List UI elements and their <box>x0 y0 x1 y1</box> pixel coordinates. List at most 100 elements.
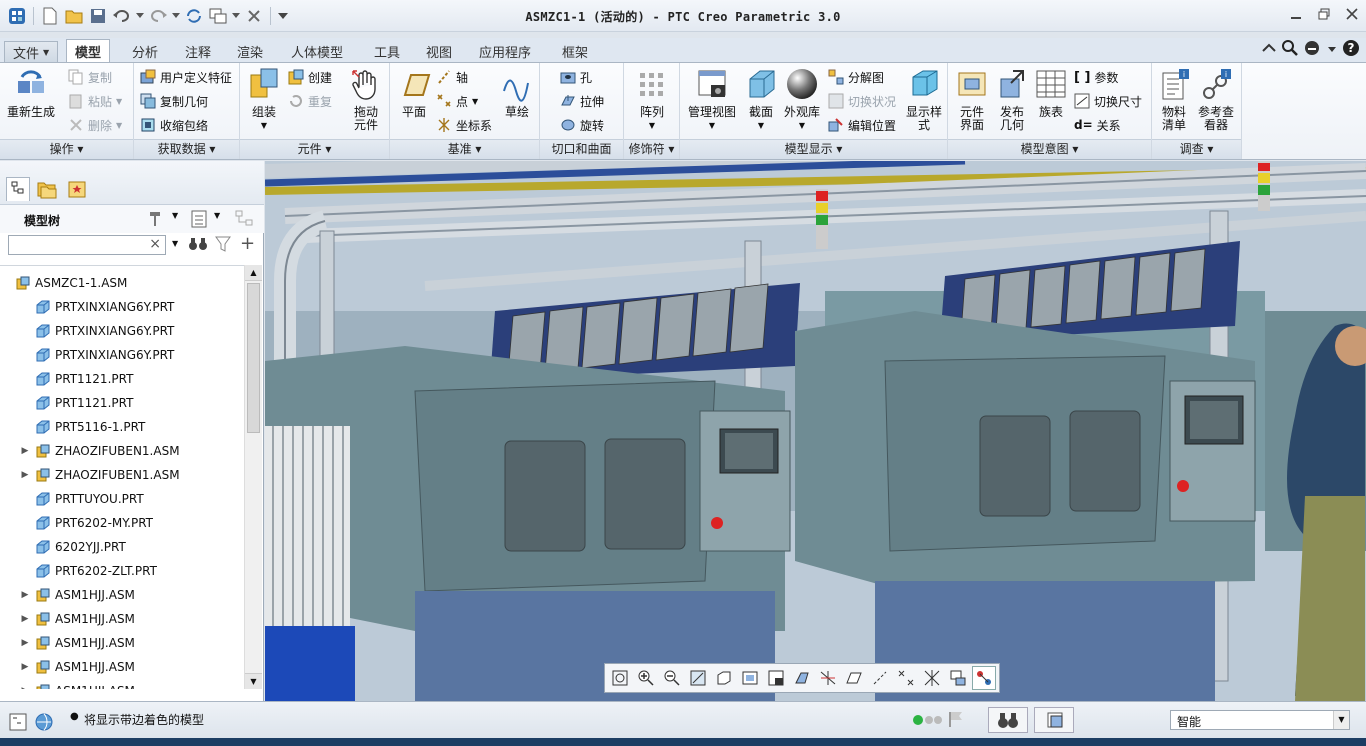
tree-node[interactable]: ASM1HJJ.ASM <box>36 584 135 606</box>
perspective-icon[interactable] <box>790 666 814 690</box>
toggle-status-button[interactable]: 切换状况 <box>828 91 896 111</box>
scroll-thumb[interactable] <box>247 283 260 433</box>
expand-node-icon[interactable]: ▶ <box>20 662 30 672</box>
section-button[interactable]: 截面 ▼ <box>744 67 778 132</box>
tree-node[interactable]: PRT5116-1.PRT <box>36 416 145 438</box>
close-icon[interactable] <box>1338 0 1366 28</box>
new-file-icon[interactable] <box>39 5 61 27</box>
expand-node-icon[interactable]: ▶ <box>20 446 30 456</box>
undo-dropdown-icon[interactable] <box>135 5 145 27</box>
csys-display-icon[interactable] <box>920 666 944 690</box>
tree-node[interactable]: PRT6202-MY.PRT <box>36 512 153 534</box>
tab-view[interactable]: 视图 <box>418 41 460 62</box>
chevron-down-icon[interactable]: ▼ <box>1333 711 1349 729</box>
edit-position-button[interactable]: 编辑位置 <box>828 115 896 135</box>
tree-scrollbar[interactable]: ▲ ▼ <box>244 265 262 689</box>
find-binoculars-icon[interactable] <box>188 235 208 256</box>
selection-filter-button[interactable] <box>1034 707 1074 733</box>
pattern-button[interactable]: 阵列 ▼ <box>634 67 670 132</box>
clear-search-icon[interactable]: × <box>149 236 161 252</box>
plane-display-icon[interactable] <box>842 666 866 690</box>
refit-icon[interactable] <box>608 666 632 690</box>
annotation-display-icon[interactable] <box>946 666 970 690</box>
redo-icon[interactable] <box>147 5 169 27</box>
restore-icon[interactable] <box>1310 0 1338 28</box>
drag-components-button[interactable]: 拖动元件 <box>348 67 384 132</box>
ptc-community-icon[interactable] <box>1304 40 1322 59</box>
group-label[interactable]: 模型显示 ▾ <box>680 139 947 159</box>
tree-node[interactable]: PRT1121.PRT <box>36 392 133 414</box>
tree-node[interactable]: PRTXINXIANG6Y.PRT <box>36 296 174 318</box>
tree-search-input[interactable]: × <box>8 235 166 255</box>
create-button[interactable]: 创建 <box>288 67 332 87</box>
hole-button[interactable]: 孔 <box>560 67 592 87</box>
repeat-button[interactable]: 重复 <box>288 91 332 111</box>
bom-button[interactable]: i 物料清单 <box>1156 67 1192 132</box>
tree-settings-icon[interactable] <box>146 209 166 232</box>
filter-select[interactable]: 智能 ▼ <box>1170 710 1350 730</box>
flag-icon[interactable] <box>948 710 964 731</box>
filter-funnel-icon[interactable] <box>214 235 232 256</box>
expand-node-icon[interactable]: ▶ <box>20 470 30 480</box>
close-window-icon[interactable] <box>243 5 265 27</box>
expand-node-icon[interactable]: ▶ <box>20 590 30 600</box>
relations-button[interactable]: d= 关系 <box>1074 115 1121 135</box>
toggle-browser-icon[interactable] <box>34 712 54 735</box>
tree-node[interactable]: ZHAOZIFUBEN1.ASM <box>36 464 180 486</box>
expand-node-icon[interactable]: ▶ <box>20 686 30 689</box>
point-display-icon[interactable] <box>894 666 918 690</box>
tree-node[interactable]: PRTXINXIANG6Y.PRT <box>36 320 174 342</box>
family-table-button[interactable]: 族表 <box>1034 67 1068 119</box>
group-label[interactable]: 获取数据 ▾ <box>134 139 239 159</box>
tree-node[interactable]: ASMZC1-1.ASM <box>16 272 127 294</box>
tree-node[interactable]: ASM1HJJ.ASM <box>36 632 135 654</box>
tree-node[interactable]: ZHAOZIFUBEN1.ASM <box>36 440 180 462</box>
chevron-down-icon[interactable]: ▼ <box>172 239 178 248</box>
zoom-in-icon[interactable] <box>634 666 658 690</box>
saved-views-icon[interactable] <box>738 666 762 690</box>
exploded-view-button[interactable]: 分解图 <box>828 67 884 87</box>
extrude-button[interactable]: 拉伸 <box>560 91 604 111</box>
model-tree-tab-icon[interactable] <box>6 177 30 201</box>
delete-button[interactable]: 删除 ▼ <box>68 115 122 135</box>
toggle-navigator-icon[interactable] <box>8 712 28 735</box>
sketch-button[interactable]: 草绘 <box>500 67 534 119</box>
regenerate-button[interactable]: 重新生成 <box>6 67 56 119</box>
expand-node-icon[interactable]: ▶ <box>20 638 30 648</box>
saved-orientations-icon[interactable] <box>712 666 736 690</box>
shrinkwrap-button[interactable]: 收缩包络 <box>140 115 208 135</box>
community-dropdown-icon[interactable] <box>1328 42 1336 56</box>
favorites-tab-icon[interactable] <box>66 179 90 201</box>
csys-button[interactable]: 坐标系 <box>436 115 492 135</box>
tab-model[interactable]: 模型 <box>66 39 111 63</box>
manage-views-button[interactable]: 管理视图 ▼ <box>686 67 738 132</box>
component-interface-button[interactable]: 元件界面 <box>954 67 990 132</box>
chevron-down-icon[interactable]: ▼ <box>214 211 220 220</box>
copy-button[interactable]: 复制 <box>68 67 112 87</box>
graphics-window[interactable] <box>265 161 1366 701</box>
group-label[interactable]: 元件 ▾ <box>240 139 389 159</box>
group-label[interactable]: 基准 ▾ <box>390 139 539 159</box>
tree-node[interactable]: 6202YJJ.PRT <box>36 536 126 558</box>
redo-dropdown-icon[interactable] <box>171 5 181 27</box>
tree-filter-icon[interactable] <box>234 209 256 232</box>
search-icon[interactable] <box>1282 39 1298 59</box>
repaint-icon[interactable] <box>686 666 710 690</box>
minimize-icon[interactable] <box>1282 0 1310 28</box>
assemble-button[interactable]: 组装 ▼ <box>246 67 282 132</box>
display-style-toggle-icon[interactable] <box>816 666 840 690</box>
tab-tools[interactable]: 工具 <box>366 41 408 62</box>
spin-center-icon[interactable] <box>972 666 996 690</box>
tree-node[interactable]: ASM1HJJ.ASM <box>36 680 135 689</box>
point-button[interactable]: 点 ▼ <box>436 91 478 111</box>
axis-button[interactable]: 轴 <box>436 67 468 87</box>
regen-status-icon[interactable] <box>913 714 943 729</box>
plane-button[interactable]: 平面 <box>396 67 432 119</box>
minimize-ribbon-icon[interactable] <box>1262 42 1276 56</box>
tab-manikin[interactable]: 人体模型 <box>283 41 351 62</box>
tab-applications[interactable]: 应用程序 <box>471 41 539 62</box>
expand-node-icon[interactable]: ▶ <box>20 614 30 624</box>
open-file-icon[interactable] <box>63 5 85 27</box>
undo-icon[interactable] <box>111 5 133 27</box>
customize-qat-icon[interactable] <box>276 5 290 27</box>
